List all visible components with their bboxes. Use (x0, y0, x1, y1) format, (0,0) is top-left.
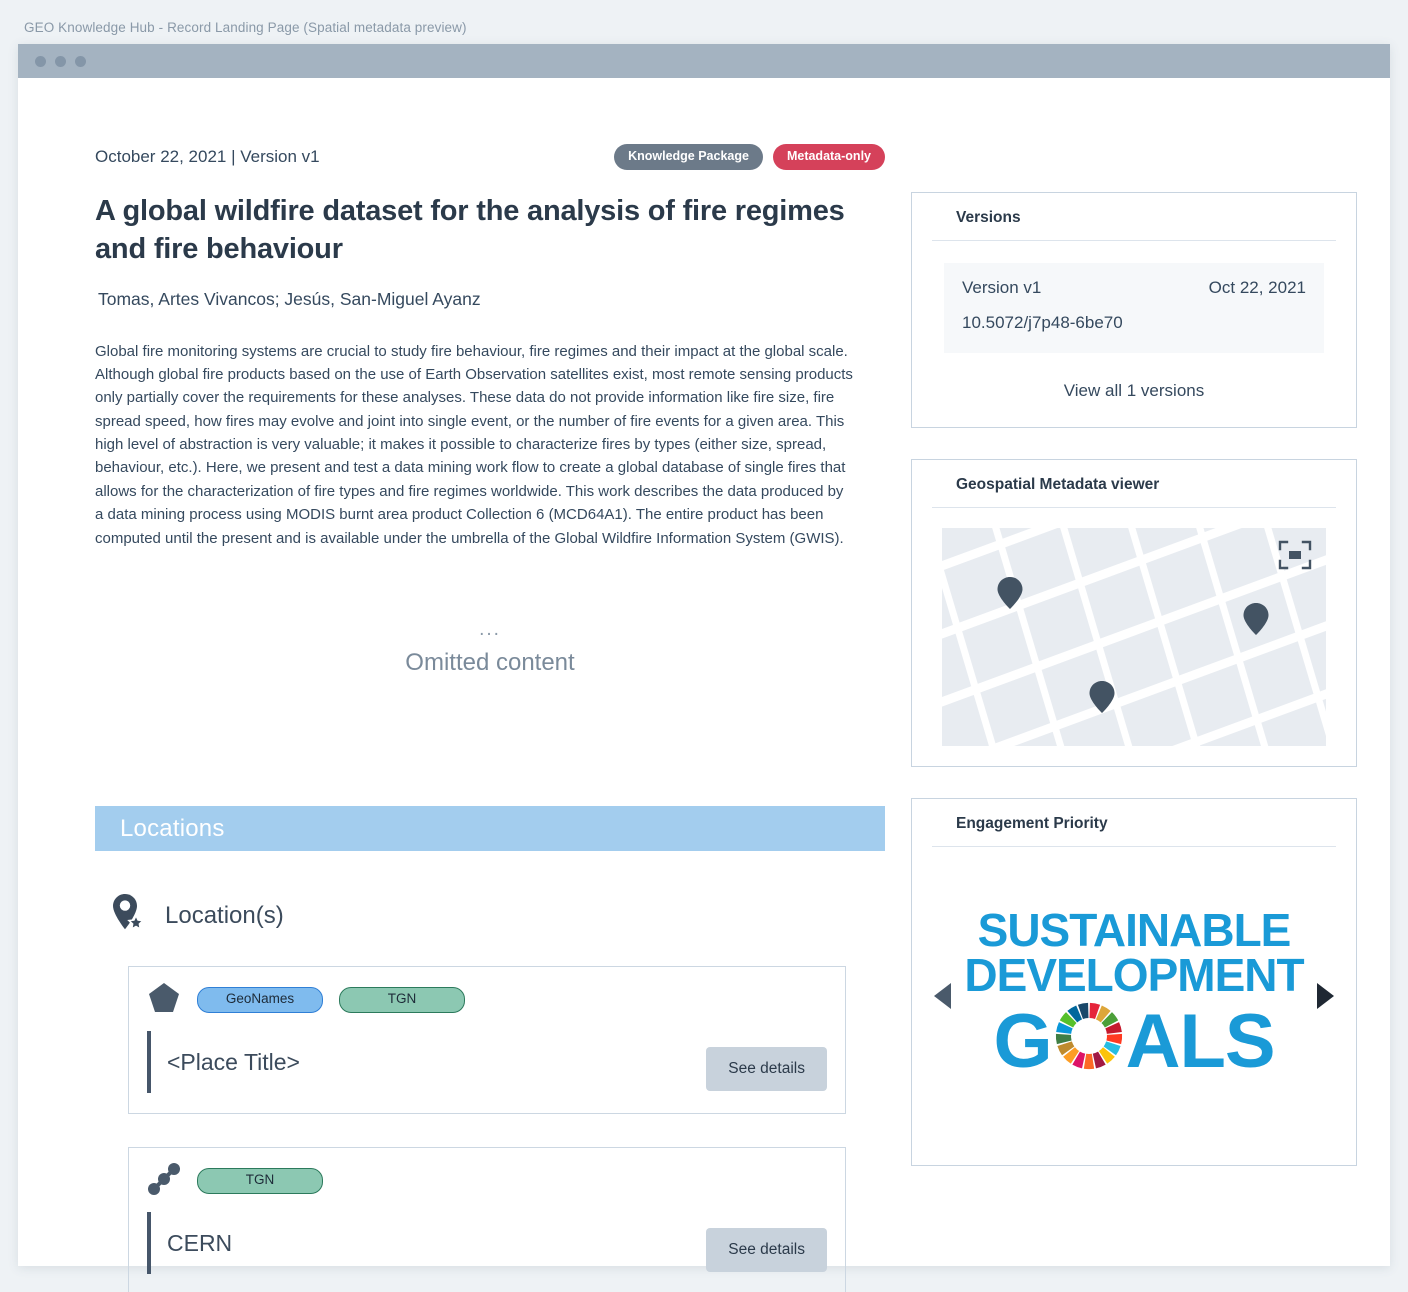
record-abstract: Global fire monitoring systems are cruci… (95, 342, 853, 547)
see-details-button[interactable]: See details (706, 1047, 827, 1091)
locations-section-header: Locations (95, 806, 885, 851)
page-content: October 22, 2021 | Version v1 Knowledge … (18, 78, 1390, 1292)
versions-panel-title: Versions (932, 209, 1336, 241)
version-entry[interactable]: Version v1 Oct 22, 2021 10.5072/j7p48-6b… (944, 263, 1324, 353)
location-title: <Place Title> (167, 1048, 300, 1075)
location-title: CERN (167, 1229, 233, 1256)
vocabulary-pill-tgn[interactable]: TGN (197, 1168, 323, 1194)
sdg-line-sustainable: SUSTAINABLE (977, 903, 1292, 956)
polygon-icon (147, 981, 181, 1020)
browser-window: October 22, 2021 | Version v1 Knowledge … (18, 44, 1390, 1292)
location-card[interactable]: TGN CERN See details (128, 1147, 846, 1292)
view-all-versions-link[interactable]: View all 1 versions (932, 381, 1336, 401)
vocabulary-pill-tgn[interactable]: TGN (339, 987, 465, 1013)
geospatial-viewer-panel: Geospatial Metadata viewer (911, 459, 1357, 767)
locations-heading: Location(s) (95, 893, 885, 938)
location-title-wrap: CERN (147, 1212, 232, 1274)
window-maximize-dot[interactable] (75, 56, 86, 67)
record-main-column: October 22, 2021 | Version v1 Knowledge … (95, 144, 885, 677)
sdg-line-development: DEVELOPMENT (964, 948, 1304, 1001)
screenshot-root: GEO Knowledge Hub - Record Landing Page … (0, 0, 1408, 1292)
map-pin-star-icon (111, 893, 145, 938)
map-canvas[interactable] (942, 528, 1326, 746)
carousel-next-arrow-icon[interactable] (1317, 983, 1334, 1009)
sdg-wheel-icon (1053, 1000, 1125, 1084)
location-card-body: CERN See details (147, 1212, 827, 1274)
version-date: Oct 22, 2021 (1208, 278, 1306, 297)
sdg-line-goals: G ALS (959, 1000, 1309, 1084)
carousel-prev-arrow-icon[interactable] (934, 983, 951, 1009)
version-label: Version v1 (962, 278, 1042, 297)
record-badges: Knowledge Package Metadata-only (614, 144, 885, 170)
multipoint-line-icon (147, 1162, 181, 1201)
location-card-header: GeoNames TGN (147, 981, 827, 1020)
locations-section: Locations Location(s) GeoNames TGN <Plac… (95, 806, 885, 1292)
sdg-letters-als: ALS (1125, 998, 1276, 1084)
location-title-wrap: <Place Title> (147, 1031, 300, 1093)
engagement-priority-panel: Engagement Priority SUSTAINABLE DEVELOPM… (911, 798, 1357, 1166)
location-card[interactable]: GeoNames TGN <Place Title> See details (128, 966, 846, 1114)
publication-date: October 22, 2021 | Version v1 (95, 147, 320, 166)
window-close-dot[interactable] (35, 56, 46, 67)
location-card-header: TGN (147, 1162, 827, 1201)
omitted-label: Omitted content (405, 649, 575, 677)
engagement-priority-title: Engagement Priority (932, 815, 1336, 847)
locations-section-title: Locations (120, 814, 225, 842)
sdg-logo: SUSTAINABLE DEVELOPMENT G ALS (959, 903, 1309, 1085)
record-sidebar: Versions Version v1 Oct 22, 2021 10.5072… (911, 192, 1357, 1166)
vocabulary-pill-geonames[interactable]: GeoNames (197, 987, 323, 1013)
version-doi[interactable]: 10.5072/j7p48-6be70 (962, 313, 1306, 333)
geospatial-viewer-title: Geospatial Metadata viewer (932, 476, 1336, 508)
window-controls[interactable] (35, 56, 86, 67)
location-accent-bar (147, 1031, 151, 1093)
page-title: A global wildfire dataset for the analys… (95, 195, 845, 266)
locations-heading-label: Location(s) (165, 901, 284, 929)
omitted-content-block: ... Omitted content (95, 620, 885, 677)
fullscreen-crop-icon[interactable] (1278, 540, 1312, 570)
sdg-letter-g: G (993, 998, 1052, 1084)
record-meta-row: October 22, 2021 | Version v1 Knowledge … (95, 144, 885, 170)
see-details-button[interactable]: See details (706, 1228, 827, 1272)
versions-panel: Versions Version v1 Oct 22, 2021 10.5072… (911, 192, 1357, 428)
location-card-body: <Place Title> See details (147, 1031, 827, 1093)
window-titlebar (18, 44, 1390, 78)
status-badge-knowledge-package[interactable]: Knowledge Package (614, 144, 763, 170)
status-badge-metadata-only[interactable]: Metadata-only (772, 144, 885, 170)
omitted-ellipsis: ... (479, 619, 501, 641)
window-minimize-dot[interactable] (55, 56, 66, 67)
window-caption: GEO Knowledge Hub - Record Landing Page … (24, 20, 467, 35)
map-street-grid (942, 528, 1326, 746)
record-authors: Tomas, Artes Vivancos; Jesús, San-Miguel… (98, 288, 481, 309)
engagement-carousel: SUSTAINABLE DEVELOPMENT G ALS (932, 847, 1336, 1145)
version-entry-row: Version v1 Oct 22, 2021 (962, 278, 1306, 298)
location-accent-bar (147, 1212, 151, 1274)
